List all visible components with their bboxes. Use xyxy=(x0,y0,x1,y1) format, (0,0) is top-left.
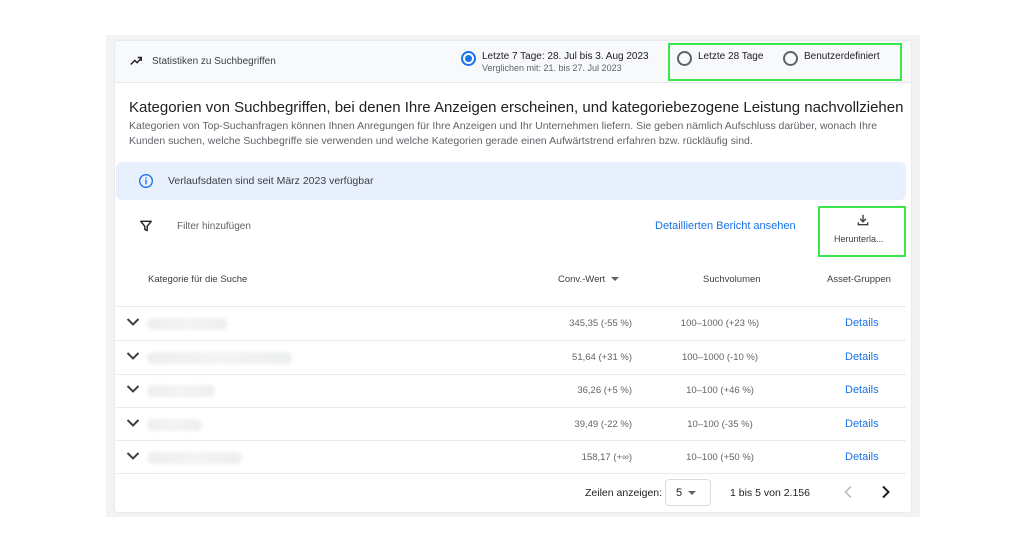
table-row[interactable]: 345,35 (-55 %) 100–1000 (+23 %) Details xyxy=(115,307,911,340)
table-row[interactable]: 51,64 (+31 %) 100–1000 (-10 %) Details xyxy=(115,341,911,374)
info-banner: Verlaufsdaten sind seit März 2023 verfüg… xyxy=(116,162,906,200)
conv-header-label: Conv.-Wert xyxy=(558,274,606,285)
table-divider xyxy=(116,473,906,474)
chevron-down-icon[interactable] xyxy=(126,317,140,327)
sort-down-icon xyxy=(611,277,620,282)
card-header-title: Statistiken zu Suchbegriffen xyxy=(129,54,276,68)
chevron-right-icon[interactable] xyxy=(881,485,891,499)
card-title-text: Statistiken zu Suchbegriffen xyxy=(152,55,276,67)
highlight-box-range-options xyxy=(668,43,902,81)
section-description: Kategorien von Top-Suchanfragen können I… xyxy=(129,120,878,147)
table-row[interactable]: 36,26 (+5 %) 10–100 (+46 %) Details xyxy=(115,374,911,407)
trending-up-icon xyxy=(130,56,142,65)
range-option-7-labels: Letzte 7 Tage: 28. Jul bis 3. Aug 2023 V… xyxy=(482,51,649,73)
chevron-down-icon[interactable] xyxy=(126,451,140,461)
chevron-down-icon[interactable] xyxy=(126,418,140,428)
table-row[interactable]: 158,17 (+∞) 10–100 (+50 %) Details xyxy=(115,441,911,474)
redacted-category xyxy=(147,452,242,464)
chevron-down-icon[interactable] xyxy=(126,384,140,394)
conv-value-cell: 36,26 (+5 %) xyxy=(577,385,632,396)
details-link[interactable]: Details xyxy=(845,418,879,430)
range-7-label: Letzte 7 Tage: 28. Jul bis 3. Aug 2023 xyxy=(482,51,649,62)
details-link[interactable]: Details xyxy=(845,451,879,463)
radio-selected-icon[interactable] xyxy=(461,51,476,66)
info-icon xyxy=(139,174,153,188)
range-option-last-7-days[interactable]: Letzte 7 Tage: 28. Jul bis 3. Aug 2023 V… xyxy=(461,51,649,73)
chevron-left-icon[interactable] xyxy=(843,485,853,499)
rows-per-page-value: 5 xyxy=(676,486,683,499)
table-row[interactable]: 39,49 (-22 %) 10–100 (-35 %) Details xyxy=(115,408,911,441)
search-volume-cell: 100–1000 (+23 %) xyxy=(680,318,760,329)
range-7-compare-label: Verglichen mit: 21. bis 27. Jul 2023 xyxy=(482,63,622,73)
column-header-asset-groups: Asset-Gruppen xyxy=(827,274,891,285)
search-terms-insights-card: Statistiken zu Suchbegriffen Letzte 7 Ta… xyxy=(114,40,912,513)
details-link[interactable]: Details xyxy=(845,317,879,329)
conv-value-cell: 345,35 (-55 %) xyxy=(569,318,632,329)
conv-value-cell: 39,49 (-22 %) xyxy=(574,419,632,430)
pagination-range: 1 bis 5 von 2.156 xyxy=(730,487,810,499)
redacted-category xyxy=(147,385,215,397)
chevron-down-icon[interactable] xyxy=(126,351,140,361)
search-volume-cell: 100–1000 (-10 %) xyxy=(681,352,759,363)
detailed-report-link[interactable]: Detaillierten Bericht ansehen xyxy=(655,220,796,232)
column-header-category[interactable]: Kategorie für die Suche xyxy=(148,274,247,285)
highlight-box-download xyxy=(818,206,906,257)
info-banner-text: Verlaufsdaten sind seit März 2023 verfüg… xyxy=(168,175,374,187)
section-title: Kategorien von Suchbegriffen, bei denen … xyxy=(129,99,904,116)
conv-value-cell: 158,17 (+∞) xyxy=(581,452,632,463)
search-volume-cell: 10–100 (+50 %) xyxy=(686,452,754,463)
search-volume-cell: 10–100 (-35 %) xyxy=(687,419,753,430)
details-link[interactable]: Details xyxy=(845,351,879,363)
filter-input[interactable]: Filter hinzufügen xyxy=(177,221,251,232)
redacted-category xyxy=(147,419,202,431)
conv-value-cell: 51,64 (+31 %) xyxy=(572,352,632,363)
redacted-category xyxy=(147,352,292,364)
details-link[interactable]: Details xyxy=(845,384,879,396)
rows-per-page-select[interactable]: 5 xyxy=(665,479,711,506)
filter-icon[interactable] xyxy=(139,219,153,233)
column-header-search-volume[interactable]: Suchvolumen xyxy=(703,274,761,285)
caret-down-icon xyxy=(688,490,697,495)
rows-per-page-label: Zeilen anzeigen: xyxy=(585,487,663,499)
redacted-category xyxy=(147,318,227,330)
column-header-conv-value[interactable]: Conv.-Wert xyxy=(558,274,620,285)
search-volume-cell: 10–100 (+46 %) xyxy=(686,385,754,396)
